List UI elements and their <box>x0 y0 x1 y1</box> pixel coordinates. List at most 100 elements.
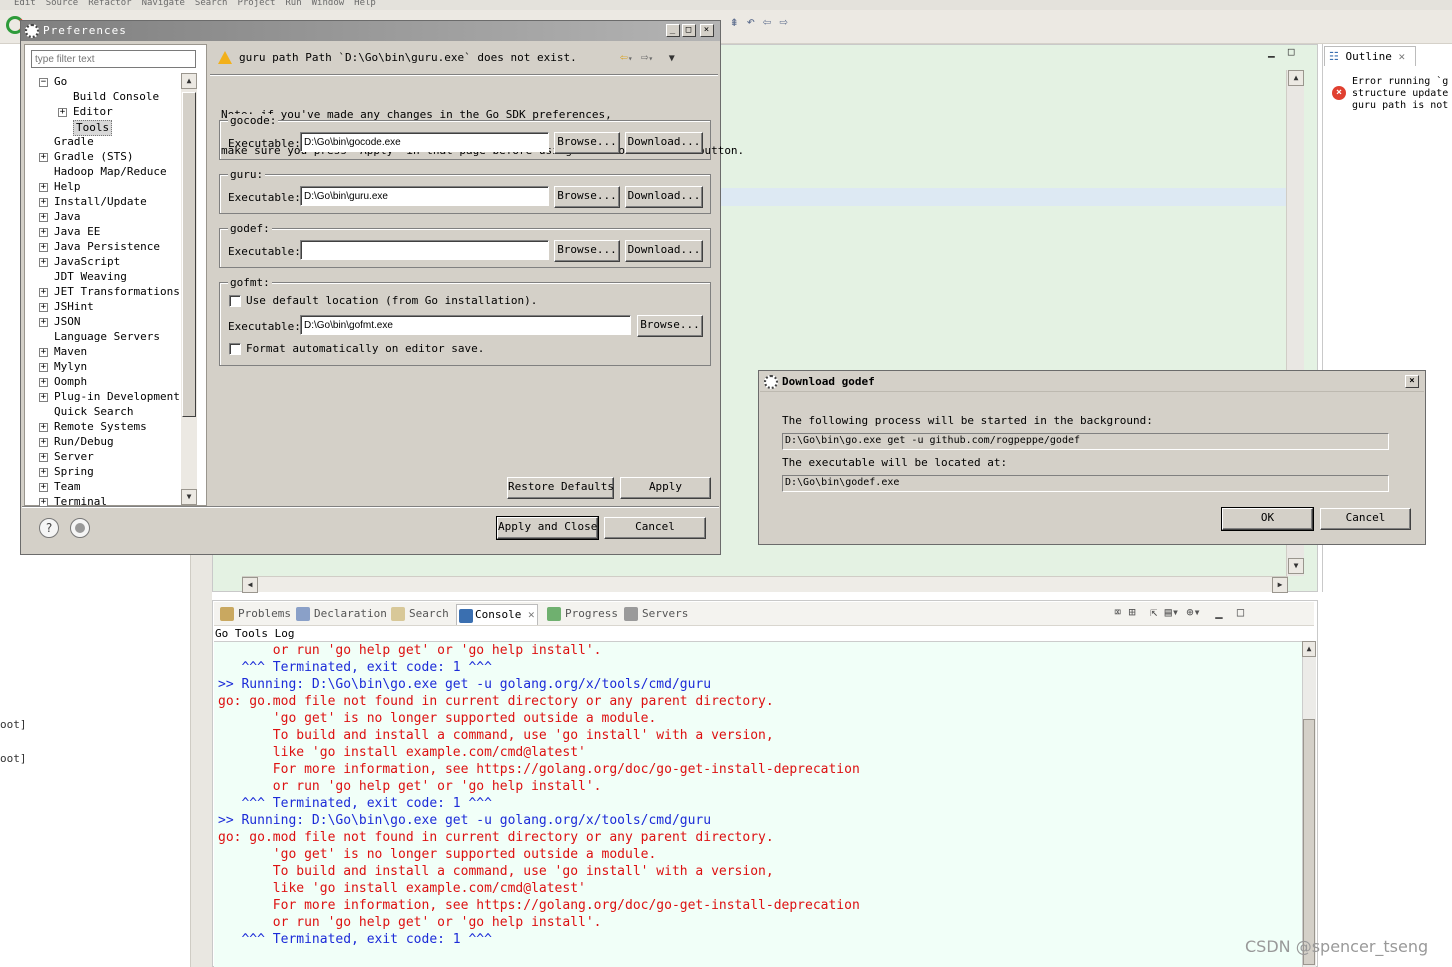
expand-icon[interactable]: + <box>39 438 48 447</box>
close-icon[interactable]: ✕ <box>528 608 535 621</box>
menu-item[interactable]: Refactor <box>88 0 131 8</box>
use-default-location-checkbox[interactable] <box>229 295 241 307</box>
tab-servers[interactable]: Servers <box>624 607 688 623</box>
godef-executable-field[interactable] <box>300 240 549 260</box>
menu-item[interactable]: Run <box>285 0 301 8</box>
editor-horizontal-scrollbar[interactable]: ◀ ▶ <box>242 576 1288 593</box>
back-history-icon[interactable]: ↶ <box>746 14 754 30</box>
open-console-icon[interactable]: ⊕▾ <box>1186 605 1200 619</box>
guru-executable-field[interactable] <box>300 186 549 206</box>
menu-item[interactable]: Help <box>354 0 376 8</box>
scroll-thumb[interactable] <box>1303 719 1315 965</box>
console-vertical-scrollbar[interactable]: ▲ <box>1302 641 1316 967</box>
tree-item[interactable]: Language Servers <box>54 330 160 344</box>
menu-item[interactable]: Window <box>312 0 345 8</box>
pin-icon[interactable]: ⇞ <box>730 14 738 30</box>
apply-and-close-button[interactable]: Apply and Close <box>496 516 599 540</box>
tree-item[interactable]: JSHint <box>54 300 94 314</box>
expand-icon[interactable]: + <box>39 348 48 357</box>
browse-button[interactable]: Browse... <box>554 240 620 262</box>
forward-arrow-icon[interactable]: ⇨ <box>779 14 787 30</box>
tree-item[interactable]: Tools <box>73 120 113 136</box>
scroll-up-icon[interactable]: ▲ <box>1288 70 1304 86</box>
tree-item[interactable]: Java <box>54 210 81 224</box>
maximize-icon[interactable]: □ <box>682 24 696 37</box>
menu-item[interactable]: Search <box>195 0 228 8</box>
tree-item[interactable]: Quick Search <box>54 405 133 419</box>
tree-item[interactable]: Run/Debug <box>54 435 114 449</box>
scroll-up-icon[interactable]: ▲ <box>1302 641 1316 657</box>
gocode-executable-field[interactable] <box>300 132 549 152</box>
tree-scroll-thumb[interactable] <box>182 92 196 417</box>
tree-item[interactable]: Remote Systems <box>54 420 147 434</box>
tab-problems[interactable]: Problems <box>220 607 291 623</box>
expand-icon[interactable]: + <box>39 363 48 372</box>
expand-icon[interactable]: + <box>39 213 48 222</box>
tree-item[interactable]: JDT Weaving <box>54 270 127 284</box>
tree-item[interactable]: Go <box>54 75 67 89</box>
expand-icon[interactable]: + <box>39 378 48 387</box>
tree-item[interactable]: Oomph <box>54 375 87 389</box>
tree-item[interactable]: Plug-in Development <box>54 390 180 404</box>
display-console-icon[interactable]: ▤▾ <box>1165 605 1179 619</box>
scroll-up-icon[interactable]: ▲ <box>181 73 197 89</box>
scroll-lock-icon[interactable]: ⊞ <box>1128 605 1135 619</box>
ok-button[interactable]: OK <box>1221 507 1314 531</box>
tree-item[interactable]: Team <box>54 480 81 494</box>
apply-button[interactable]: Apply <box>620 477 711 499</box>
forward-menu-icon[interactable]: ▾ <box>648 54 653 63</box>
cancel-button[interactable]: Cancel <box>1320 508 1411 530</box>
expand-icon[interactable]: + <box>39 198 48 207</box>
browse-button[interactable]: Browse... <box>637 315 703 337</box>
tree-item[interactable]: Maven <box>54 345 87 359</box>
tree-item[interactable]: Editor <box>73 105 113 119</box>
close-icon[interactable]: × <box>700 24 714 37</box>
tree-item[interactable]: Gradle (STS) <box>54 150 133 164</box>
close-icon[interactable]: ✕ <box>1398 50 1405 63</box>
location-field[interactable]: D:\Go\bin\godef.exe <box>782 475 1389 492</box>
scroll-down-icon[interactable]: ▼ <box>181 489 197 505</box>
expand-icon[interactable]: + <box>39 153 48 162</box>
gofmt-executable-field[interactable] <box>300 315 631 335</box>
pin-console-icon[interactable]: ⇱ <box>1150 605 1157 619</box>
tab-console[interactable]: Console ✕ <box>456 604 538 625</box>
menu-item[interactable]: Edit <box>14 0 36 8</box>
expand-icon[interactable]: + <box>39 288 48 297</box>
format-on-save-checkbox[interactable] <box>229 343 241 355</box>
cancel-button[interactable]: Cancel <box>604 517 706 539</box>
console-output[interactable]: or run 'go help get' or 'go help install… <box>214 641 1302 967</box>
collapse-icon[interactable]: − <box>39 78 48 87</box>
download-button[interactable]: Download... <box>625 240 703 262</box>
scroll-right-icon[interactable]: ▶ <box>1272 577 1288 593</box>
browse-button[interactable]: Browse... <box>554 186 620 208</box>
expand-icon[interactable]: + <box>58 108 67 117</box>
expand-icon[interactable]: + <box>39 183 48 192</box>
scroll-down-icon[interactable]: ▼ <box>1288 558 1304 574</box>
maximize-icon[interactable]: □ <box>1237 605 1244 619</box>
expand-icon[interactable]: + <box>39 453 48 462</box>
outline-tab[interactable]: ☷ Outline ✕ <box>1324 46 1416 66</box>
minimize-icon[interactable]: ▁ <box>1268 45 1275 58</box>
tree-item[interactable]: JET Transformations <box>54 285 180 299</box>
tree-item[interactable]: Install/Update <box>54 195 147 209</box>
expand-icon[interactable]: + <box>39 318 48 327</box>
command-field[interactable]: D:\Go\bin\go.exe get -u github.com/rogpe… <box>782 433 1389 450</box>
tree-item[interactable]: Server <box>54 450 94 464</box>
browse-button[interactable]: Browse... <box>554 132 620 154</box>
menu-item[interactable]: Source <box>46 0 79 8</box>
expand-icon[interactable]: + <box>39 258 48 267</box>
view-menu-icon[interactable]: ▼ <box>669 53 675 64</box>
tab-search[interactable]: Search <box>391 607 449 623</box>
back-menu-icon[interactable]: ▾ <box>628 54 633 63</box>
record-icon[interactable] <box>70 518 90 538</box>
tree-item[interactable]: JSON <box>54 315 81 329</box>
tree-item[interactable]: Hadoop Map/Reduce <box>54 165 167 179</box>
tree-item[interactable]: Java EE <box>54 225 100 239</box>
filter-input[interactable] <box>31 50 196 68</box>
maximize-icon[interactable]: □ <box>1288 45 1295 58</box>
tree-item[interactable]: Java Persistence <box>54 240 160 254</box>
tree-item[interactable]: Build Console <box>73 90 159 104</box>
tree-item[interactable]: Spring <box>54 465 94 479</box>
tree-item[interactable]: Mylyn <box>54 360 87 374</box>
back-arrow-icon[interactable]: ⇦ <box>763 14 771 30</box>
